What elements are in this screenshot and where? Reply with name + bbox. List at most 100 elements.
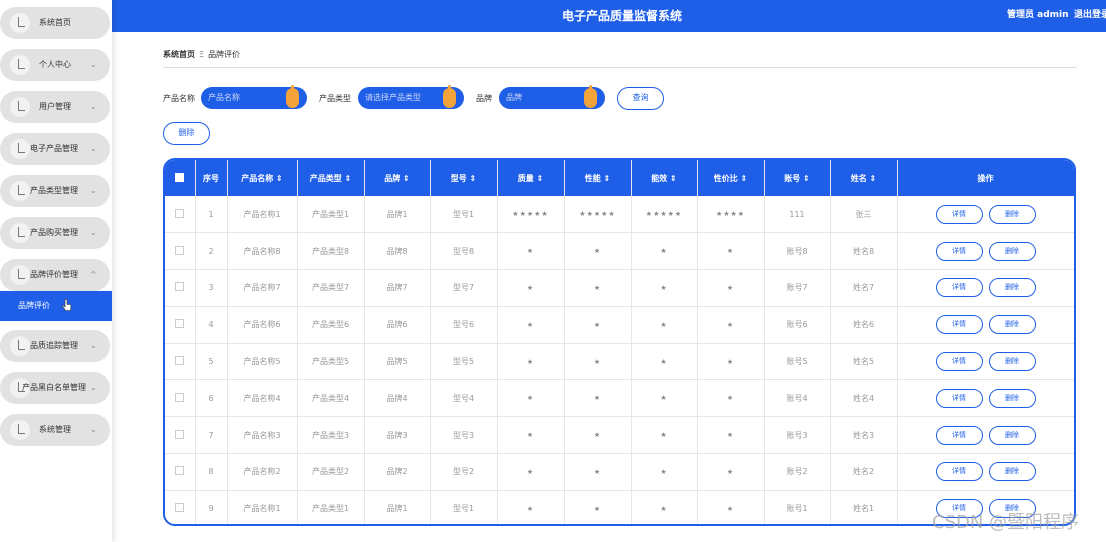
row-checkbox[interactable] bbox=[165, 269, 196, 307]
product-name-label: 产品名称 bbox=[163, 94, 195, 103]
cell-product-type: 产品类型6 bbox=[297, 306, 365, 344]
data-table: 序号 产品名称 ⇕ 产品类型 ⇕ 品牌 ⇕ 型号 ⇕ 质量 ⇕ 性能 ⇕ 能效 … bbox=[165, 160, 1074, 524]
cell-brand: 品牌8 bbox=[364, 232, 431, 271]
sidebar-subitem-brand-review[interactable]: 品牌评价 bbox=[0, 291, 112, 321]
delete-button[interactable]: 删除 bbox=[988, 204, 1036, 224]
cell-model: 型号1 bbox=[430, 490, 498, 524]
cell-efficiency-stars: ★★★★★ bbox=[631, 196, 698, 234]
delete-button[interactable]: 删除 bbox=[988, 388, 1036, 408]
cell-account: 账号8 bbox=[764, 232, 831, 271]
detail-button[interactable]: 详情 bbox=[935, 241, 983, 261]
row-checkbox[interactable] bbox=[165, 232, 196, 271]
cell-brand: 品牌5 bbox=[364, 343, 431, 381]
logout-link[interactable]: 退出登录 bbox=[1074, 0, 1106, 30]
col-header-model[interactable]: 型号 ⇕ bbox=[430, 160, 498, 196]
hand-cursor-icon bbox=[62, 299, 72, 311]
delete-button[interactable]: 删除 bbox=[988, 425, 1036, 445]
query-button[interactable]: 查询 bbox=[617, 87, 664, 110]
checkbox-icon[interactable] bbox=[175, 245, 185, 255]
cell-index: 6 bbox=[195, 379, 228, 418]
checkbox-icon[interactable] bbox=[175, 172, 185, 182]
sidebar-item-purchase-management[interactable]: 产品购买管理 ⌄ bbox=[0, 217, 110, 249]
sidebar-item-user-management[interactable]: 用户管理 ⌄ bbox=[0, 91, 110, 123]
product-name-input[interactable]: 产品名称 bbox=[201, 85, 307, 109]
cell-value-stars: ★ bbox=[697, 343, 765, 381]
batch-delete-button[interactable]: 删除 bbox=[163, 122, 210, 145]
cell-product-type: 产品类型1 bbox=[297, 196, 365, 234]
col-header-value[interactable]: 性价比 ⇕ bbox=[697, 160, 765, 196]
sidebar-item-brand-review-management[interactable]: 品牌评价管理 ^ bbox=[0, 259, 110, 291]
row-checkbox[interactable] bbox=[165, 379, 196, 418]
checkbox-icon[interactable] bbox=[175, 356, 185, 366]
sidebar-item-label: 系统首页 bbox=[39, 18, 71, 27]
sidebar-item-product-management[interactable]: 电子产品管理 ⌄ bbox=[0, 133, 110, 165]
col-header-performance[interactable]: 性能 ⇕ bbox=[564, 160, 632, 196]
checkbox-icon[interactable] bbox=[175, 392, 185, 402]
detail-button[interactable]: 详情 bbox=[935, 352, 983, 372]
checkbox-icon[interactable] bbox=[175, 208, 185, 218]
top-bar: 电子产品质量监督系统 管理员 admin 退出登录 bbox=[112, 0, 1106, 32]
brand-input[interactable]: 品牌 bbox=[499, 85, 605, 109]
pencil-knob-icon bbox=[584, 85, 597, 108]
cell-actions: 详情 删除 bbox=[897, 379, 1074, 418]
row-checkbox[interactable] bbox=[165, 343, 196, 381]
cell-product-type: 产品类型4 bbox=[297, 379, 365, 418]
sidebar-item-home[interactable]: 系统首页 bbox=[0, 7, 110, 39]
menu-icon bbox=[10, 13, 30, 33]
checkbox-icon[interactable] bbox=[175, 466, 185, 476]
sidebar-item-blacklist-management[interactable]: 产品黑白名单管理 ⌄ bbox=[0, 372, 110, 404]
detail-button[interactable]: 详情 bbox=[935, 204, 983, 224]
detail-button[interactable]: 详情 bbox=[935, 462, 983, 482]
menu-icon bbox=[10, 55, 30, 75]
sidebar-item-label: 电子产品管理 bbox=[30, 144, 78, 153]
checkbox-icon[interactable] bbox=[175, 319, 185, 329]
cell-actions: 详情 删除 bbox=[897, 269, 1074, 307]
sidebar-item-label: 产品类型管理 bbox=[30, 186, 78, 195]
col-header-product-name[interactable]: 产品名称 ⇕ bbox=[227, 160, 298, 196]
detail-button[interactable]: 详情 bbox=[935, 315, 983, 335]
detail-button[interactable]: 详情 bbox=[935, 388, 983, 408]
cell-actions: 详情 删除 bbox=[897, 453, 1074, 491]
sidebar-item-personal-center[interactable]: 个人中心 ⌄ bbox=[0, 49, 110, 81]
sidebar: 系统首页 个人中心 ⌄ 用户管理 ⌄ 电子产品管理 ⌄ 产品类型管理 ⌄ 产品购… bbox=[0, 0, 112, 542]
detail-button[interactable]: 详情 bbox=[935, 425, 983, 445]
delete-button[interactable]: 删除 bbox=[988, 315, 1036, 335]
cell-product-name: 产品名称6 bbox=[227, 306, 298, 344]
checkbox-icon[interactable] bbox=[175, 282, 185, 292]
breadcrumb-home[interactable]: 系统首页 bbox=[163, 50, 195, 59]
cell-account: 账号1 bbox=[764, 490, 831, 524]
breadcrumb-divider bbox=[163, 67, 1077, 68]
detail-button[interactable]: 详情 bbox=[935, 278, 983, 298]
col-header-brand[interactable]: 品牌 ⇕ bbox=[364, 160, 431, 196]
delete-button[interactable]: 删除 bbox=[988, 462, 1036, 482]
cell-index: 9 bbox=[195, 490, 228, 524]
cell-actions: 详情 删除 bbox=[897, 343, 1074, 381]
row-checkbox[interactable] bbox=[165, 453, 196, 491]
cell-efficiency-stars: ★ bbox=[631, 269, 698, 307]
sidebar-item-product-type-management[interactable]: 产品类型管理 ⌄ bbox=[0, 175, 110, 207]
cell-quality-stars: ★ bbox=[497, 416, 565, 455]
row-checkbox[interactable] bbox=[165, 196, 196, 234]
sidebar-item-label: 系统管理 bbox=[39, 425, 71, 434]
sidebar-item-quality-tracking[interactable]: 品质追踪管理 ⌄ bbox=[0, 330, 110, 362]
delete-button[interactable]: 删除 bbox=[988, 278, 1036, 298]
delete-button[interactable]: 删除 bbox=[988, 241, 1036, 261]
checkbox-icon[interactable] bbox=[175, 503, 185, 513]
sidebar-item-label: 产品黑白名单管理 bbox=[22, 383, 86, 392]
row-checkbox[interactable] bbox=[165, 490, 196, 524]
cell-quality-stars: ★ bbox=[497, 306, 565, 344]
cell-product-name: 产品名称1 bbox=[227, 490, 298, 524]
row-checkbox[interactable] bbox=[165, 416, 196, 455]
product-type-select[interactable]: 请选择产品类型 bbox=[358, 85, 464, 109]
sidebar-item-system-management[interactable]: 系统管理 ⌄ bbox=[0, 414, 110, 446]
col-header-quality[interactable]: 质量 ⇕ bbox=[497, 160, 565, 196]
delete-button[interactable]: 删除 bbox=[988, 352, 1036, 372]
checkbox-icon[interactable] bbox=[175, 429, 185, 439]
row-checkbox[interactable] bbox=[165, 306, 196, 344]
select-all-checkbox[interactable] bbox=[165, 160, 196, 196]
col-header-person[interactable]: 姓名 ⇕ bbox=[830, 160, 898, 196]
col-header-product-type[interactable]: 产品类型 ⇕ bbox=[297, 160, 365, 196]
col-header-efficiency[interactable]: 能效 ⇕ bbox=[631, 160, 698, 196]
cell-account: 账号3 bbox=[764, 416, 831, 455]
col-header-account[interactable]: 账号 ⇕ bbox=[764, 160, 831, 196]
